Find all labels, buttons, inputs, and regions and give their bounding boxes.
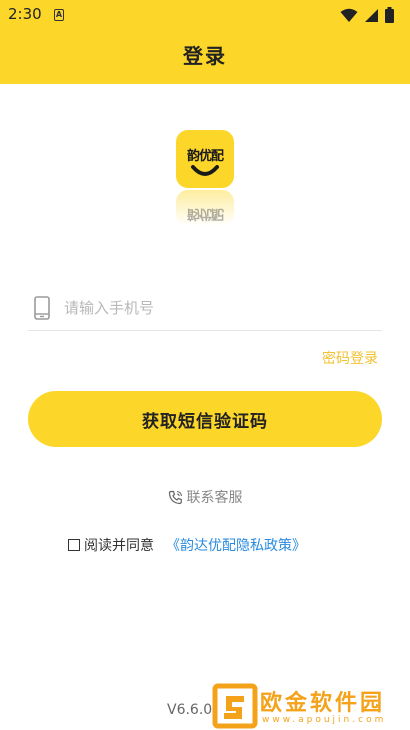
signal-icon (365, 8, 378, 22)
battery-icon (385, 7, 394, 23)
status-time: 2:30 (8, 5, 42, 23)
logo-reflection-text: 韵优配 (186, 206, 223, 221)
page-title: 登录 (183, 44, 227, 68)
phone-icon (34, 295, 50, 320)
notification-icon: A (54, 9, 64, 21)
phone-input-row (28, 285, 382, 331)
phone-call-icon (168, 490, 182, 504)
status-icons (340, 6, 394, 24)
status-bar: 2:30 A (0, 0, 410, 30)
watermark-url: www.apoujin.com (262, 715, 387, 725)
wifi-icon (340, 8, 358, 22)
get-sms-code-button[interactable]: 获取短信验证码 (28, 391, 382, 447)
agreement-checkbox[interactable] (68, 539, 80, 551)
logo-reflection: 韵优配 (176, 190, 234, 226)
agreement-row: 阅读并同意 《韵达优配隐私政策》 (68, 535, 306, 555)
customer-service-label: 联系客服 (186, 490, 243, 506)
watermark-logo-icon (212, 683, 258, 729)
agreement-label: 阅读并同意 (84, 538, 154, 554)
logo-smile-icon (191, 165, 219, 176)
app-header: 2:30 A 登录 (0, 0, 410, 84)
watermark-title: 欧金软件园 (260, 691, 386, 716)
app-logo: 韵优配 (176, 130, 234, 188)
phone-number-input[interactable] (64, 292, 382, 323)
privacy-policy-link[interactable]: 《韵达优配隐私政策》 (166, 535, 306, 555)
watermark: 欧金软件园 www.apoujin.com (210, 683, 410, 730)
password-login-link[interactable]: 密码登录 (322, 348, 378, 368)
customer-service-link[interactable]: 联系客服 (0, 487, 410, 507)
